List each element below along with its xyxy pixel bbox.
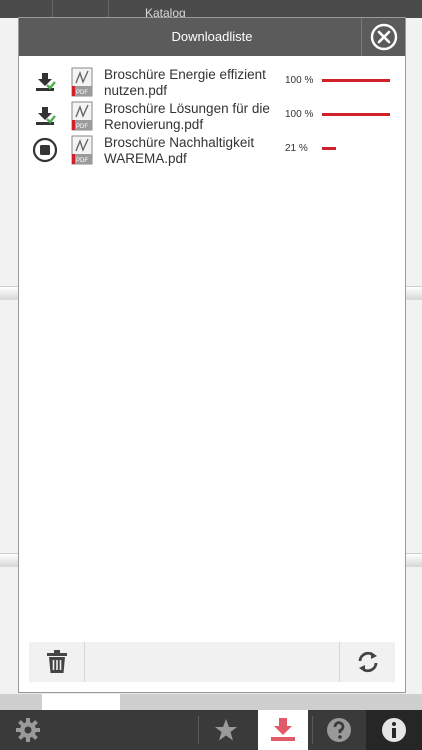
tab-help[interactable] (314, 710, 364, 750)
progress-bar (322, 113, 390, 116)
download-done-button[interactable] (31, 68, 59, 96)
delete-all-button[interactable] (29, 642, 85, 682)
background-shelf-right (404, 18, 422, 710)
background-thumbnail (42, 694, 120, 710)
refresh-icon (358, 651, 377, 673)
svg-text:PDF: PDF (76, 90, 88, 96)
file-name: Broschüre Nachhaltigkeit WAREMA.pdf (104, 135, 255, 166)
close-button[interactable] (361, 18, 405, 56)
tab-bar (0, 710, 422, 750)
svg-text:PDF: PDF (76, 124, 88, 130)
help-icon (327, 718, 351, 742)
download-done-button[interactable] (31, 102, 59, 130)
modal-title: Downloadliste (171, 29, 253, 44)
modal-footer (29, 642, 395, 682)
info-icon (382, 718, 406, 742)
file-name: Broschüre Lösungen für die Renovierung.p… (104, 101, 270, 132)
modal-header: Downloadliste (19, 18, 405, 56)
progress-bar (322, 147, 390, 150)
close-circle-icon (370, 23, 397, 51)
progress-percent: 21 % (285, 143, 308, 154)
tab-divider (312, 716, 313, 744)
pdf-file-icon: PDF (71, 67, 93, 97)
file-name: Broschüre Energie effizient nutzen.pdf (104, 67, 266, 98)
svg-text:PDF: PDF (76, 158, 88, 164)
download-list-modal: Downloadliste PDF Broschüre Energie effi… (18, 17, 406, 693)
download-item[interactable]: PDF Broschüre Nachhaltigkeit WAREMA.pdf … (19, 132, 405, 166)
progress-fill (322, 79, 390, 82)
tab-info[interactable] (366, 710, 422, 750)
tab-downloads[interactable] (258, 710, 308, 750)
background-shelf-left (0, 18, 18, 710)
progress-bar (322, 79, 390, 82)
progress-fill (322, 147, 337, 150)
tab-settings[interactable] (0, 710, 56, 750)
background-strip (0, 694, 422, 710)
tab-divider (198, 716, 199, 744)
refresh-button[interactable] (339, 642, 395, 682)
progress-percent: 100 % (285, 109, 314, 120)
toolbar-divider (52, 0, 53, 18)
progress-fill (322, 113, 390, 116)
star-icon (215, 719, 237, 741)
background-toolbar: Katalog (0, 0, 422, 20)
stop-icon (32, 137, 58, 163)
trash-icon (46, 650, 67, 673)
stop-download-button[interactable] (31, 136, 59, 164)
download-icon (271, 718, 295, 741)
pdf-file-icon: PDF (71, 101, 93, 131)
gear-icon (16, 718, 40, 742)
toolbar-divider (108, 0, 109, 18)
progress-percent: 100 % (285, 75, 314, 86)
tab-favorites[interactable] (200, 710, 252, 750)
download-item[interactable]: PDF Broschüre Lösungen für die Renovieru… (19, 98, 405, 132)
pdf-file-icon: PDF (71, 135, 93, 165)
download-item[interactable]: PDF Broschüre Energie effizient nutzen.p… (19, 64, 405, 98)
download-done-icon (36, 107, 56, 125)
download-done-icon (36, 73, 56, 91)
download-list: PDF Broschüre Energie effizient nutzen.p… (19, 56, 405, 166)
